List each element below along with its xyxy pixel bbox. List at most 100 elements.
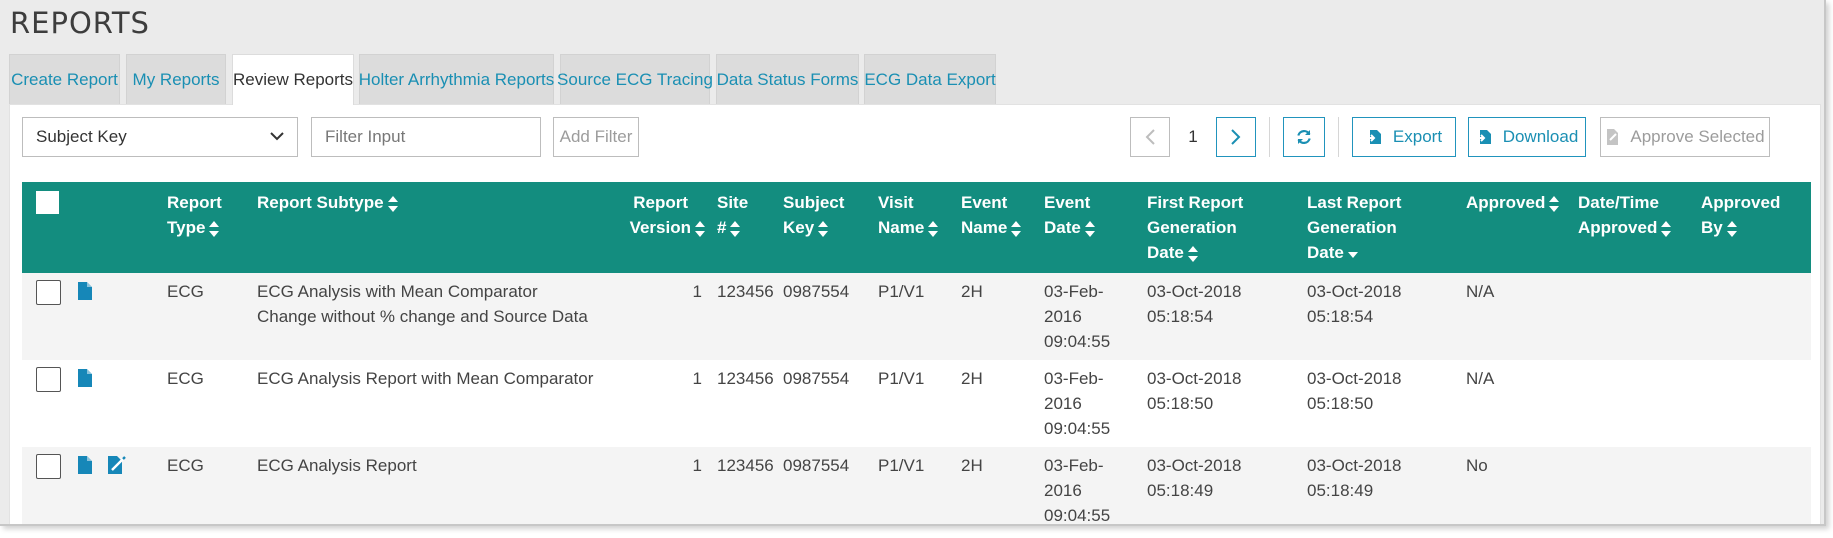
table-header: Report Type Report Subtype Report Versio… [22,182,1811,273]
tab-my-reports[interactable]: My Reports [126,54,226,104]
refresh-icon [1297,130,1311,144]
export-label: Export [1392,127,1443,146]
export-button[interactable]: Export [1352,117,1456,157]
review-reports-panel: Subject Key Add Filter 1 [9,104,1821,525]
sort-icon [928,220,939,237]
cell-subject-key: 0987554 [783,456,850,475]
previous-page-button[interactable] [1130,117,1170,157]
cell-last-report-date: 03-Oct-2018 05:18:54 [1307,282,1402,326]
cell-report-subtype: ECG Analysis Report with Mean Comparator [257,369,594,388]
approve-document-icon [1607,129,1619,145]
tab-create-report[interactable]: Create Report [9,54,120,104]
sort-icon [387,195,398,212]
filter-field-select[interactable]: Subject Key [22,117,298,157]
column-header-date-time-approved[interactable]: Date/Time Approved [1578,190,1672,240]
cell-approved: No [1466,456,1488,475]
sort-icon [695,220,705,237]
column-header-report-subtype[interactable]: Report Subtype [257,190,399,215]
sort-icon [1011,220,1022,237]
cell-first-report-date: 03-Oct-2018 05:18:49 [1147,456,1242,500]
document-icon[interactable] [77,281,93,301]
sort-icon [730,220,741,237]
column-header-visit-name[interactable]: Visit Name [878,190,939,240]
cell-visit-name: P1/V1 [878,456,925,475]
download-label: Download [1502,127,1579,146]
sort-icon [1084,220,1095,237]
cell-event-name: 2H [961,282,983,301]
tab-ecg-data-export[interactable]: ECG Data Export [864,54,996,104]
cell-event-date: 03-Feb- 2016 09:04:55 [1044,456,1111,525]
cell-event-name: 2H [961,456,983,475]
cell-first-report-date: 03-Oct-2018 05:18:50 [1147,369,1242,413]
export-icon [1366,130,1381,144]
cell-event-date: 03-Feb- 2016 09:04:55 [1044,369,1111,438]
cell-report-version: 1 [692,369,702,388]
cell-first-report-date: 03-Oct-2018 05:18:54 [1147,282,1242,326]
chevron-right-icon [1231,129,1241,145]
toolbar-divider [1269,117,1270,157]
tab-source-ecg-tracing[interactable]: Source ECG Tracing [557,54,713,104]
table-row[interactable]: ECG ECG Analysis Report 1 123456 0987554… [22,447,1811,525]
column-header-last-report-generation-date[interactable]: Last Report Generation Date [1307,190,1401,265]
column-header-report-version[interactable]: Report Version [606,190,706,240]
cell-event-name: 2H [961,369,983,388]
cell-last-report-date: 03-Oct-2018 05:18:49 [1307,456,1402,500]
row-checkbox[interactable] [36,454,61,479]
tab-holter-arrhythmia-reports[interactable]: Holter Arrhythmia Reports [359,54,554,104]
chevron-left-icon [1145,129,1155,145]
column-header-first-report-generation-date[interactable]: First Report Generation Date [1147,190,1243,265]
column-header-approved[interactable]: Approved [1466,190,1560,215]
sort-icon [818,220,829,237]
sort-icon [209,220,220,237]
sort-icon [1187,245,1198,262]
cell-report-type: ECG [167,282,204,301]
approve-selected-button[interactable]: Approve Selected [1600,117,1770,157]
column-header-subject-key[interactable]: Subject Key [783,190,844,240]
refresh-button[interactable] [1283,117,1325,157]
cell-site: 123456 [717,456,774,475]
reports-table: Report Type Report Subtype Report Versio… [22,182,1811,525]
sort-icon [1726,220,1737,237]
column-header-site[interactable]: Site # [717,190,748,240]
table-row[interactable]: ECG ECG Analysis Report with Mean Compar… [22,360,1811,447]
cell-report-subtype: ECG Analysis Report [257,456,417,475]
filter-input[interactable] [311,117,541,157]
tab-data-status-forms[interactable]: Data Status Forms [716,54,859,104]
cell-report-version: 1 [692,282,702,301]
cell-last-report-date: 03-Oct-2018 05:18:50 [1307,369,1402,413]
column-header-event-date[interactable]: Event Date [1044,190,1096,240]
sort-icon [1549,195,1560,212]
cell-report-subtype: ECG Analysis with Mean Comparator Change… [257,282,588,326]
cell-approved: N/A [1466,282,1495,301]
document-icon[interactable] [77,455,93,475]
next-page-button[interactable] [1216,117,1256,157]
row-checkbox[interactable] [36,367,61,392]
filter-field-value: Subject Key [36,127,127,146]
column-header-report-type[interactable]: Report Type [167,190,222,240]
select-all-checkbox[interactable] [36,191,59,214]
download-button[interactable]: Download [1468,117,1586,157]
toolbar-divider [1338,117,1339,157]
sort-icon [1661,220,1672,237]
page-title: REPORTS [10,6,150,40]
edit-document-icon[interactable] [107,455,127,475]
cell-subject-key: 0987554 [783,369,850,388]
table-row[interactable]: ECG ECG Analysis with Mean Comparator Ch… [22,273,1811,360]
column-header-approved-by[interactable]: Approved By [1701,190,1780,240]
document-icon[interactable] [77,368,93,388]
row-checkbox[interactable] [36,280,61,305]
chevron-down-icon [269,128,285,149]
cell-report-type: ECG [167,369,204,388]
cell-visit-name: P1/V1 [878,282,925,301]
column-header-event-name[interactable]: Event Name [961,190,1022,240]
cell-report-type: ECG [167,456,204,475]
cell-event-date: 03-Feb- 2016 09:04:55 [1044,282,1111,351]
sort-desc-icon [1347,251,1358,258]
cell-visit-name: P1/V1 [878,369,925,388]
cell-subject-key: 0987554 [783,282,850,301]
download-icon [1476,130,1491,144]
tab-review-reports[interactable]: Review Reports [232,54,354,105]
cell-approved: N/A [1466,369,1495,388]
add-filter-button[interactable]: Add Filter [553,117,639,157]
cell-site: 123456 [717,282,774,301]
